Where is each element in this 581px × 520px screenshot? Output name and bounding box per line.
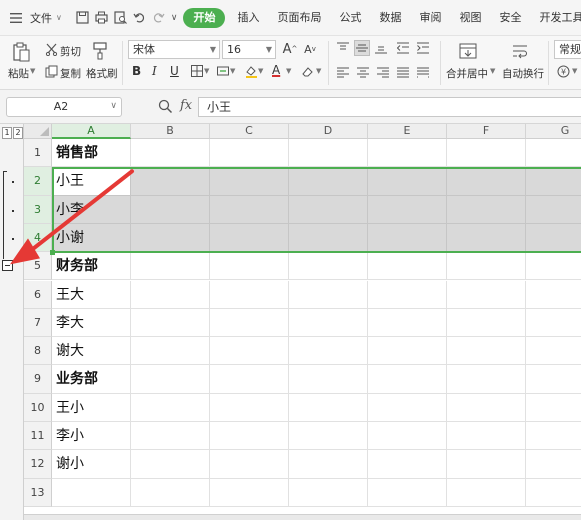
cut-button[interactable]: 剪切 (60, 44, 81, 59)
chevron-down-icon: ▼ (265, 45, 272, 54)
tab-menu-7[interactable]: 安全 (493, 8, 527, 28)
cell-style-icon[interactable] (216, 64, 230, 78)
copy-button[interactable]: 复制 (60, 66, 81, 81)
chevron-down-icon[interactable]: ▼ (30, 67, 35, 75)
merge-center-button[interactable]: 合并居中 (446, 66, 488, 81)
tab-menu-2[interactable]: 页面布局 (271, 8, 327, 28)
undo-icon[interactable] (133, 10, 146, 26)
customize-toolbar-icon[interactable]: ∨ (171, 10, 178, 26)
tab-menu-3[interactable]: 公式 (333, 8, 367, 28)
chevron-down-icon[interactable]: ▼ (572, 67, 577, 75)
save-icon[interactable] (76, 10, 89, 26)
chevron-down-icon[interactable]: ▼ (316, 67, 321, 75)
redo-icon[interactable] (152, 10, 165, 26)
chevron-down-icon[interactable]: ▼ (258, 67, 263, 75)
increase-font-size-icon[interactable]: A ^ (282, 40, 298, 58)
justify-icon[interactable] (396, 65, 410, 79)
formula-bar: A2 ∨ fx 小王 (0, 90, 581, 124)
chevron-down-icon[interactable]: ▼ (286, 67, 291, 75)
scissors-icon (44, 42, 58, 56)
tab-home[interactable]: 开始 (183, 7, 226, 28)
formula-input[interactable]: 小王 (198, 97, 581, 117)
format-painter-button[interactable]: 格式刷 (86, 66, 118, 81)
align-top-icon[interactable] (336, 41, 350, 55)
wrap-text-icon (510, 42, 530, 60)
divider (548, 41, 549, 85)
zoom-icon[interactable] (158, 99, 174, 115)
underline-button[interactable]: U (170, 64, 179, 78)
annotation-arrow (10, 169, 134, 265)
paste-button[interactable]: 粘贴 (8, 66, 29, 81)
file-menu[interactable]: 文件 ∨ (8, 7, 62, 29)
clear-format-icon[interactable] (300, 64, 314, 78)
divider (440, 41, 441, 85)
decrease-indent-icon[interactable] (396, 41, 410, 55)
wrap-text-button[interactable]: 自动换行 (502, 66, 544, 81)
chevron-down-icon[interactable]: ▼ (204, 67, 209, 75)
insert-function-button[interactable]: fx (180, 98, 192, 113)
bold-button[interactable]: B (132, 64, 141, 78)
font-size-value: 16 (227, 43, 241, 56)
copy-icon (44, 64, 58, 78)
spreadsheet-grid: 1 2 A B C D E F G 1 销售部 2 小王 3 小李 4 小谢 5 财务部 6 王大 7 李大 8 谢大 9 业务部 1… (0, 124, 581, 520)
paste-icon[interactable] (10, 41, 32, 63)
tab-menu-4[interactable]: 数据 (373, 8, 407, 28)
annotation-arrow-shaft (24, 169, 134, 257)
number-format-select[interactable]: 常规 (554, 40, 581, 59)
annotation-arrow-head (10, 238, 40, 265)
align-center-icon[interactable] (356, 65, 370, 79)
divider (328, 41, 329, 85)
align-right-icon[interactable] (376, 65, 390, 79)
align-left-icon[interactable] (336, 65, 350, 79)
svg-text:¥: ¥ (560, 67, 565, 76)
tab-menu-5[interactable]: 审阅 (413, 8, 447, 28)
divider (122, 41, 123, 85)
distributed-align-icon[interactable] (416, 65, 430, 79)
tab-menu-8[interactable]: 开发工具 (533, 8, 581, 28)
chevron-down-icon: ▼ (209, 45, 216, 54)
merge-center-icon (458, 42, 478, 60)
fill-color-icon[interactable] (244, 64, 258, 78)
name-box[interactable]: A2 ∨ (6, 97, 122, 117)
sheet-tab-bar (24, 514, 581, 520)
italic-button[interactable]: I (152, 64, 157, 78)
format-painter-icon (90, 41, 110, 61)
font-name-select[interactable]: 宋体 ▼ (128, 40, 220, 59)
tab-menu-6[interactable]: 视图 (453, 8, 487, 28)
increase-indent-icon[interactable] (416, 41, 430, 55)
chevron-down-icon[interactable]: ▼ (490, 67, 495, 75)
number-format-value: 常规 (559, 43, 581, 56)
menu-bar: 文件 ∨ ∨ 开始 插入 页面布局 公式 数据 审阅 视图 安全 开发工具 (0, 0, 581, 36)
font-name-value: 宋体 (133, 43, 155, 56)
font-size-select[interactable]: 16 ▼ (222, 40, 276, 59)
borders-icon[interactable] (190, 64, 204, 78)
print-icon[interactable] (95, 10, 108, 26)
decrease-font-size-icon[interactable]: Av (302, 40, 318, 58)
font-color-button[interactable]: A (272, 63, 280, 77)
chevron-down-icon[interactable]: ▼ (230, 67, 235, 75)
chevron-down-icon[interactable]: ∨ (110, 101, 117, 111)
align-bottom-icon[interactable] (374, 41, 388, 55)
tab-menu-1[interactable]: 插入 (231, 8, 265, 28)
ribbon: 粘贴 ▼ 剪切 复制 格式刷 宋体 ▼ 16 ▼ A ^ Av B I U ▼ ▼… (0, 36, 581, 90)
name-box-value: A2 (53, 100, 69, 113)
print-preview-icon[interactable] (114, 10, 127, 26)
chevron-down-icon: ∨ (56, 13, 62, 22)
currency-icon[interactable]: ¥ (556, 64, 570, 78)
align-middle-icon[interactable] (354, 40, 370, 56)
hamburger-icon (8, 10, 24, 26)
file-menu-label: 文件 (30, 11, 52, 25)
